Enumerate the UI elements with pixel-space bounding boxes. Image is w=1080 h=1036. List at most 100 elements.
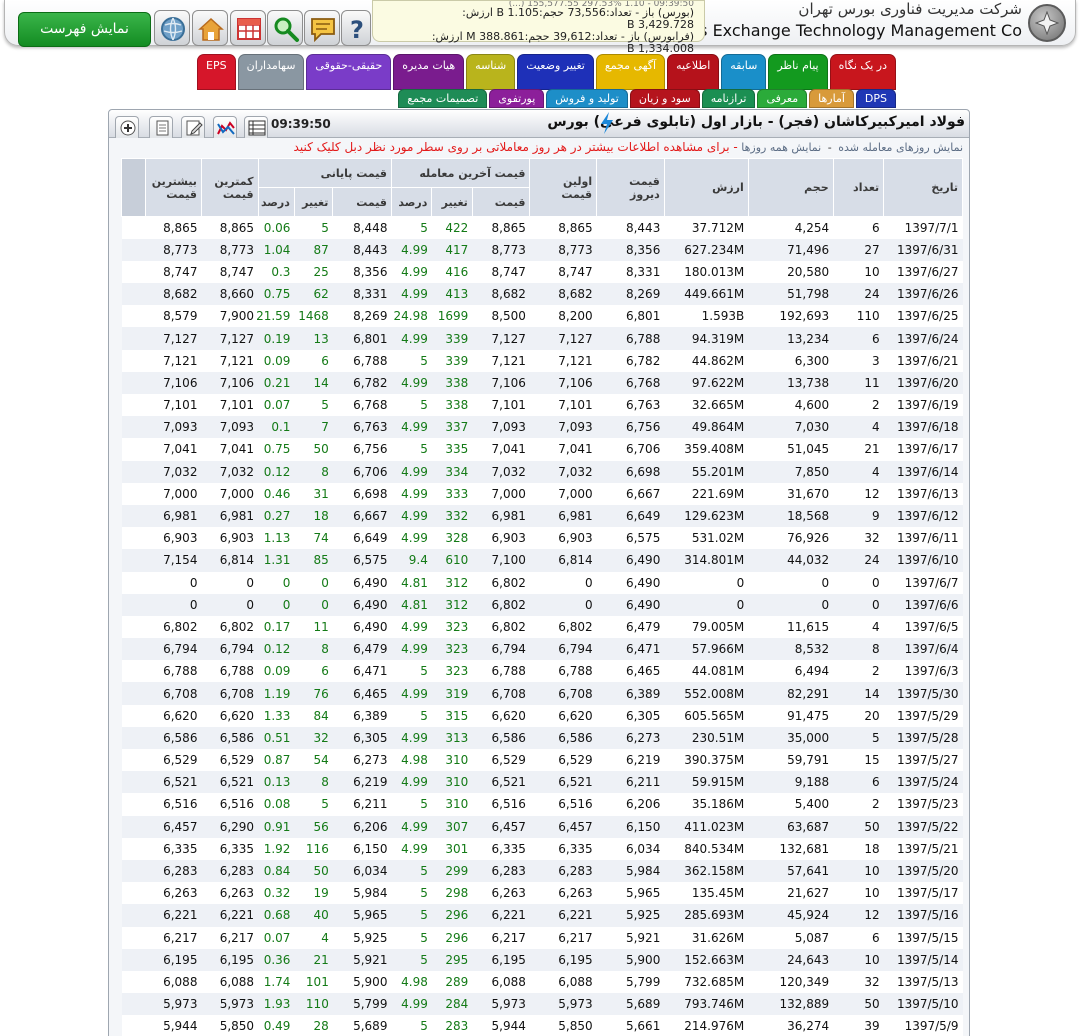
chart-button[interactable] — [213, 116, 237, 138]
table-row[interactable]: 1397/6/19 2 4,600 32.665M 6,763 7,101 7,101 338… — [121, 394, 963, 417]
table-cell: 20,580 — [748, 260, 834, 284]
table-row[interactable]: 1397/5/23 2 5,400 35.186M 6,206 6,516 6,516 310… — [121, 793, 963, 816]
table-row[interactable]: 1397/5/15 6 5,087 31.626M 5,921 6,217 6,217 296… — [121, 926, 963, 949]
table-row[interactable]: 1397/5/14 10 24,643 152.663M 5,900 6,195 6,195… — [121, 948, 963, 971]
table-cell: 1.74 — [258, 970, 295, 994]
tab-tabs_row1-3[interactable]: اطلاعیه — [667, 54, 720, 90]
home-button[interactable] — [192, 10, 228, 46]
table-row[interactable]: 1397/5/20 10 57,641 362.158M 5,984 6,283 6,283… — [121, 859, 963, 883]
table-row[interactable]: 1397/6/25 110 192,693 1.593B 6,801 8,200 8,500… — [121, 305, 963, 328]
table-row[interactable]: 1397/6/5 4 11,615 79.005M 6,479 6,802 6,802 323… — [121, 615, 963, 639]
table-row[interactable]: 1397/5/13 32 120,349 732.685M 5,799 6,088 6,08… — [121, 970, 963, 994]
tab-tabs_row1-1[interactable]: پیام ناظر — [768, 54, 828, 90]
table-row[interactable]: 1397/6/13 12 31,670 221.69M 6,667 7,000 7,000 3… — [121, 482, 963, 505]
table-row[interactable]: 1397/7/1 6 4,254 37.712M 8,443 8,865 8,865 422 5… — [121, 216, 963, 239]
table-cell: 63,687 — [748, 815, 834, 838]
table-row[interactable]: 1397/6/4 8 8,532 57.966M 6,471 6,794 6,794 323 4… — [121, 638, 963, 661]
header-close-price: قیمت — [332, 187, 392, 217]
messages-button[interactable] — [304, 10, 340, 46]
table-row[interactable]: 1397/6/31 27 71,496 627.234M 8,356 8,773 8,773… — [121, 238, 963, 261]
table-row[interactable]: 1397/5/27 15 59,791 390.375M 6,219 6,529 6,529… — [121, 749, 963, 772]
top-header: شرکت مدیریت فناوری بورس تهران urities Ex… — [0, 0, 1080, 55]
table-cell: 192,693 — [748, 305, 834, 328]
table-cell: 13,234 — [748, 327, 834, 350]
table-cell: 0.75 — [258, 283, 295, 306]
table-cell: 14 — [294, 371, 333, 394]
table-cell: 6,981 — [201, 504, 259, 528]
table-cell: 44.081M — [664, 660, 749, 683]
show-all-days-link[interactable]: نمایش همه روزها — [741, 141, 821, 154]
search-button[interactable] — [267, 10, 303, 46]
table-cell: 6,708 — [529, 682, 597, 705]
table-row[interactable]: 1397/6/10 24 44,032 314.801M 6,490 6,814 7,100… — [121, 549, 963, 572]
tab-tabs_row2-7[interactable]: تصمیمات مجمع — [398, 89, 488, 108]
table-cell: 4.99 — [391, 238, 432, 261]
table-cell: 91,475 — [748, 704, 834, 727]
help-button[interactable]: ? — [341, 10, 371, 46]
tab-tabs_row1-0[interactable]: در یک نگاه — [829, 54, 896, 90]
tab-tabs_row2-2[interactable]: معرفی — [757, 89, 808, 108]
table-row[interactable]: 1397/6/21 3 6,300 44.862M 6,782 7,121 7,121 339… — [121, 349, 963, 372]
table-row[interactable]: 1397/5/28 5 35,000 230.51M 6,273 6,586 6,586 31… — [121, 726, 963, 749]
table-row[interactable]: 1397/5/16 12 45,924 285.693M 5,925 6,221 6,221… — [121, 904, 963, 927]
table-row[interactable]: 1397/6/20 11 13,738 97.622M 6,768 7,106 7,106 3… — [121, 371, 963, 394]
table-cell: 0 — [664, 571, 749, 594]
table-cell: 6,221 — [201, 904, 259, 927]
table-row[interactable]: 1397/5/10 50 132,889 793.746M 5,689 5,973 5,97… — [121, 993, 963, 1016]
table-row[interactable]: 1397/6/18 4 7,030 49.864M 6,756 7,093 7,093 337… — [121, 416, 963, 439]
table-row[interactable]: 1397/6/12 9 18,568 129.623M 6,649 6,981 6,981 3… — [121, 504, 963, 528]
table-cell: 0.87 — [258, 749, 295, 772]
table-row[interactable]: 1397/6/27 10 20,580 180.013M 8,331 8,747 8,747… — [121, 260, 963, 284]
table-cell-spacer — [121, 371, 146, 394]
tab-tabs_row1-10[interactable]: EPS — [197, 54, 236, 90]
edit-button[interactable] — [181, 116, 205, 138]
tab-tabs_row1-2[interactable]: سابقه — [721, 54, 767, 90]
table-row[interactable]: 1397/5/21 18 132,681 840.534M 6,034 6,335 6,33… — [121, 837, 963, 860]
table-cell: 7,032 — [201, 460, 259, 483]
tab-tabs_row2-3[interactable]: ترازنامه — [701, 89, 756, 108]
table-cell: 5 — [391, 438, 432, 461]
table-row[interactable]: 1397/6/14 4 7,850 55.201M 6,698 7,032 7,032 334… — [121, 460, 963, 483]
table-row[interactable]: 1397/6/17 21 51,045 359.408M 6,706 7,041 7,041… — [121, 438, 963, 461]
table-row[interactable]: 1397/6/24 6 13,234 94.319M 6,788 7,127 7,127 33… — [121, 327, 963, 350]
tab-tabs_row1-7[interactable]: هیات مدیره — [393, 54, 465, 90]
table-cell: 6,649 — [332, 527, 392, 550]
tab-tabs_row2-4[interactable]: سود و زیان — [629, 89, 700, 108]
table-cell: 6,490 — [332, 593, 392, 616]
table-cell: 51,798 — [748, 283, 834, 306]
tab-tabs_row1-8[interactable]: حقیقی-حقوقی — [306, 54, 392, 90]
tab-tabs_row1-6[interactable]: شناسه — [466, 54, 516, 90]
add-button[interactable] — [115, 116, 139, 138]
tab-tabs_row2-0[interactable]: DPS — [855, 89, 896, 108]
table-row[interactable]: 1397/6/6 0 0 0 6,490 0 6,802 312 4.81 6,490 0 0 0 0 — [121, 593, 963, 616]
globe-button[interactable] — [154, 10, 190, 46]
tab-tabs_row1-9[interactable]: سهامداران — [237, 54, 305, 90]
table-row[interactable]: 1397/5/17 10 21,627 135.45M 5,965 6,263 6,263 2… — [121, 882, 963, 905]
table-cell: 15 — [833, 749, 884, 772]
tab-tabs_row1-4[interactable]: آگهی مجمع — [595, 54, 666, 90]
table-row[interactable]: 1397/5/29 20 91,475 605.565M 6,305 6,620 6,620… — [121, 704, 963, 727]
table-row[interactable]: 1397/5/22 50 63,687 411.023M 6,150 6,457 6,457… — [121, 815, 963, 838]
tab-tabs_row2-6[interactable]: پورتفوی — [489, 89, 545, 108]
tab-tabs_row1-5[interactable]: تغییر وضعیت — [517, 54, 594, 90]
table-row[interactable]: 1397/6/26 24 51,798 449.661M 8,269 8,682 8,682… — [121, 283, 963, 306]
table-row[interactable]: 1397/6/11 32 76,926 531.02M 6,575 6,903 6,903 3… — [121, 527, 963, 550]
table-cell: 0 — [833, 593, 884, 616]
table-cell: 338 — [431, 371, 473, 394]
table-cell: 50 — [294, 859, 333, 883]
grid-view-button[interactable] — [244, 116, 268, 138]
table-row[interactable]: 1397/6/3 2 6,494 44.081M 6,465 6,788 6,788 323 5… — [121, 660, 963, 683]
table-cell-spacer — [121, 749, 146, 772]
tab-tabs_row2-5[interactable]: تولید و فروش — [546, 89, 628, 108]
table-cell: 6,206 — [332, 815, 392, 838]
table-cell-spacer — [121, 882, 146, 905]
tab-tabs_row2-1[interactable]: آمارها — [809, 89, 854, 108]
table-row[interactable]: 1397/6/7 0 0 0 6,490 0 6,802 312 4.81 6,490 0 0 0 0 — [121, 571, 963, 594]
document-button[interactable] — [149, 116, 173, 138]
table-cell: 6,814 — [529, 549, 597, 572]
show-list-button[interactable]: نمایش فهرست — [18, 12, 151, 47]
table-row[interactable]: 1397/5/24 6 9,188 59.915M 6,211 6,521 6,521 310… — [121, 771, 963, 794]
table-row[interactable]: 1397/5/9 39 36,274 214.976M 5,661 5,850 5,944 2… — [121, 1015, 963, 1036]
table-row[interactable]: 1397/5/30 14 82,291 552.008M 6,389 6,708 6,708… — [121, 682, 963, 705]
table-button[interactable] — [230, 10, 266, 46]
